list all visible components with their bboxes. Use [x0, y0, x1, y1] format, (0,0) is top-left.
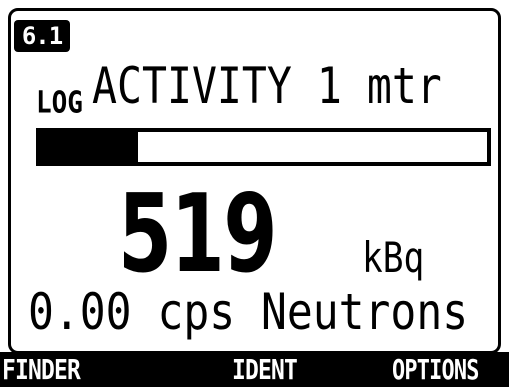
version-badge: 6.1: [14, 20, 70, 52]
activity-unit: kBq: [362, 233, 425, 282]
device-screen: 6.1 LOG ACTIVITY 1 mtr 519 kBq 0.00 cps …: [0, 0, 509, 387]
options-softkey[interactable]: OPTIONS: [392, 352, 479, 387]
ident-softkey[interactable]: IDENT: [232, 352, 298, 387]
measurement-title: ACTIVITY 1 mtr: [92, 57, 442, 115]
log-scale-label: LOG: [36, 86, 83, 121]
finder-softkey[interactable]: FINDER: [2, 352, 81, 387]
activity-bar: [36, 128, 491, 166]
activity-value: 519: [118, 172, 277, 297]
softkey-bar: FINDER IDENT OPTIONS: [0, 352, 509, 387]
neutron-readout: 0.00 cps Neutrons: [28, 283, 469, 341]
activity-bar-fill: [40, 132, 139, 162]
